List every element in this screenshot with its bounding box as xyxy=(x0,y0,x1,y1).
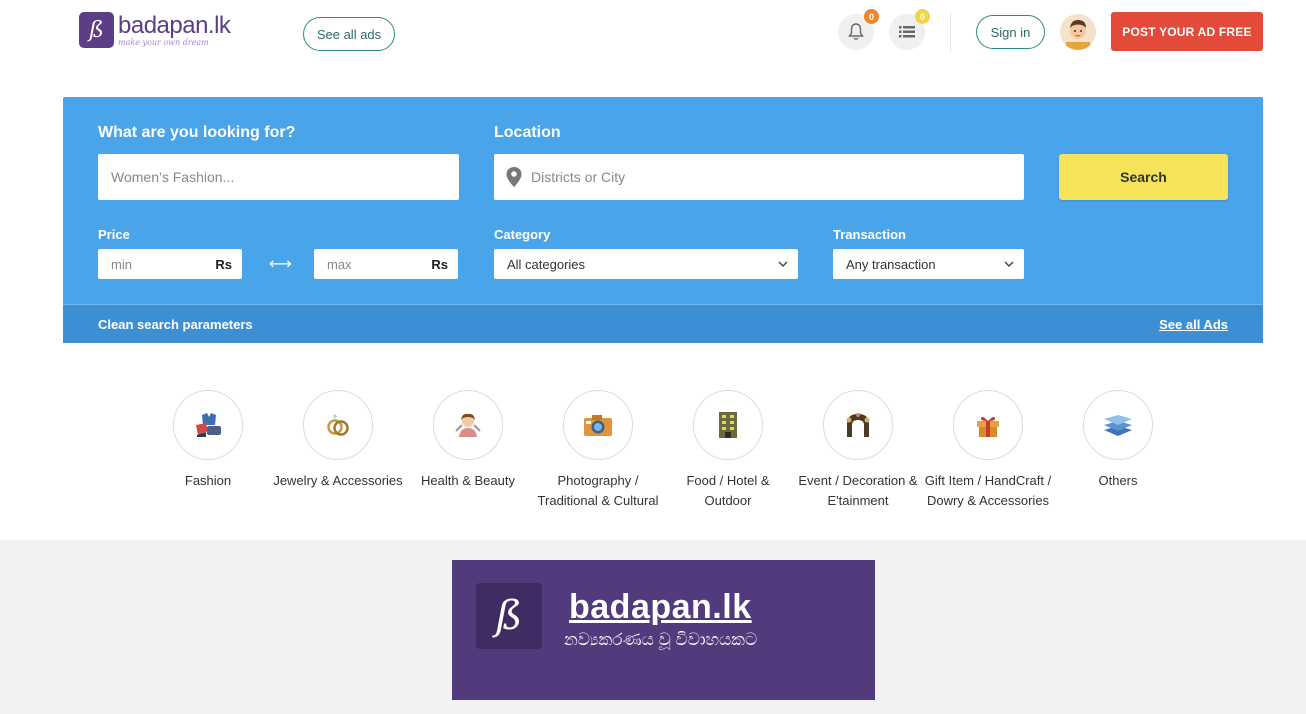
category-gift-item[interactable]: Gift Item / HandCraft / Dowry & Accessor… xyxy=(923,390,1053,511)
keyword-placeholder: Women’s Fashion... xyxy=(111,169,235,185)
category-fashion[interactable]: Fashion xyxy=(143,390,273,491)
currency-label-min: Rs xyxy=(215,256,232,272)
list-count-badge: 0 xyxy=(915,9,930,24)
category-label: Fashion xyxy=(184,473,232,488)
arch-icon xyxy=(846,413,870,437)
chevron-down-icon xyxy=(1004,261,1014,267)
currency-label-max: Rs xyxy=(431,256,448,272)
category-list: Fashion Jewelry & Accessories Health & B… xyxy=(0,390,1306,540)
category-photography[interactable]: Photography / Traditional & Cultural xyxy=(533,390,663,511)
range-arrow-icon: ⟷ xyxy=(269,256,292,273)
clean-search-link[interactable]: Clean search parameters xyxy=(98,317,253,332)
category-food-hotel[interactable]: Food / Hotel & Outdoor xyxy=(663,390,793,511)
saved-list-button[interactable]: 0 xyxy=(889,9,930,50)
price-max-placeholder: max xyxy=(327,256,352,272)
category-select-value: All categories xyxy=(507,256,586,272)
transaction-label: Transaction xyxy=(833,227,906,242)
category-label: Event / Decoration & E'tainment xyxy=(798,473,918,508)
search-panel: What are you looking for? Location Women… xyxy=(63,97,1263,343)
avatar[interactable] xyxy=(1060,14,1096,50)
hotel-icon xyxy=(719,412,737,438)
banner-title: badapan.lk xyxy=(569,588,752,626)
sign-in-button[interactable]: Sign in xyxy=(976,15,1045,49)
category-event-decoration[interactable]: Event / Decoration & E'tainment xyxy=(793,390,923,511)
location-pin-icon xyxy=(506,167,522,187)
search-panel-footer: Clean search parameters See all Ads xyxy=(63,304,1263,343)
header-divider xyxy=(950,12,951,52)
gift-icon xyxy=(977,416,999,437)
category-health-beauty[interactable]: Health & Beauty xyxy=(403,390,533,491)
category-label: Food / Hotel & Outdoor xyxy=(686,473,770,508)
category-label: Jewelry & Accessories xyxy=(273,473,403,488)
category-select[interactable]: All categories xyxy=(494,249,798,279)
keyword-input[interactable]: Women’s Fashion... xyxy=(98,154,459,200)
price-min-placeholder: min xyxy=(111,256,132,272)
rings-icon xyxy=(327,414,349,436)
list-icon xyxy=(899,26,915,38)
layers-icon xyxy=(1104,415,1132,436)
bell-icon xyxy=(848,23,864,40)
location-label: Location xyxy=(494,124,561,141)
category-jewelry[interactable]: Jewelry & Accessories xyxy=(273,390,403,491)
category-label: Photography / Traditional & Cultural xyxy=(537,473,659,508)
category-label: Others xyxy=(1098,473,1138,488)
category-others[interactable]: Others xyxy=(1053,390,1183,491)
post-ad-button[interactable]: POST YOUR AD FREE xyxy=(1111,12,1263,51)
category-label: Category xyxy=(494,227,551,242)
category-label: Health & Beauty xyxy=(421,473,515,488)
price-max-input[interactable]: max Rs xyxy=(314,249,458,279)
location-input[interactable]: Districts or City xyxy=(494,154,1024,200)
transaction-select[interactable]: Any transaction xyxy=(833,249,1024,279)
site-logo[interactable]: ß badapan.lk make your own dream xyxy=(79,12,231,48)
what-label: What are you looking for? xyxy=(98,124,296,141)
logo-tagline: make your own dream xyxy=(118,38,209,47)
fashion-icon xyxy=(196,413,221,437)
see-all-ads-button[interactable]: See all ads xyxy=(303,17,395,51)
price-label: Price xyxy=(98,227,130,242)
transaction-select-value: Any transaction xyxy=(846,256,936,272)
chevron-down-icon xyxy=(778,261,788,267)
notifications-button[interactable]: 0 xyxy=(838,9,879,50)
banner-subtitle: නව්‍යකරණය වූ විවාහයකට xyxy=(564,630,758,649)
category-label: Gift Item / HandCraft / Dowry & Accessor… xyxy=(924,473,1052,508)
location-placeholder: Districts or City xyxy=(531,169,626,185)
promo-banner[interactable]: ß badapan.lk නව්‍යකරණය වූ විවාහයකට xyxy=(452,560,875,700)
logo-name: badapan.lk xyxy=(118,12,231,39)
notifications-count-badge: 0 xyxy=(864,9,879,24)
price-min-input[interactable]: min Rs xyxy=(98,249,242,279)
search-button[interactable]: Search xyxy=(1059,154,1228,200)
logo-badge: ß xyxy=(79,12,114,48)
banner-logo: ß xyxy=(476,583,542,649)
top-header: ß badapan.lk make your own dream See all… xyxy=(0,0,1306,70)
user-avatar-icon xyxy=(1060,14,1096,50)
beauty-icon xyxy=(455,413,481,437)
see-all-ads-link[interactable]: See all Ads xyxy=(1159,317,1228,332)
camera-icon xyxy=(584,415,612,436)
